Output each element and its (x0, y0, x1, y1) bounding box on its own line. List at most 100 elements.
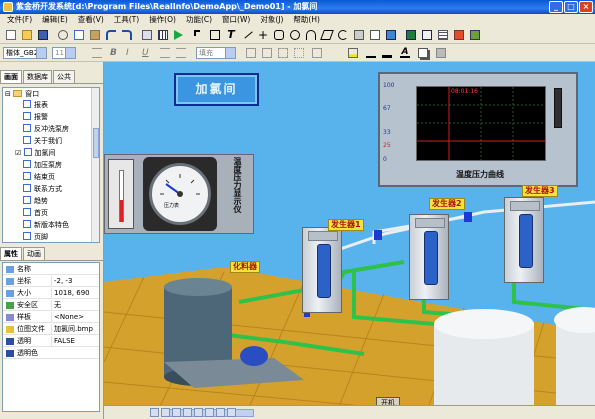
align-middle-icon[interactable] (194, 408, 203, 417)
tree-item[interactable]: 联系方式 (23, 184, 62, 195)
new-file-icon[interactable] (4, 28, 18, 42)
same-height-icon[interactable] (227, 408, 236, 417)
align-top-icon[interactable] (183, 408, 192, 417)
line-color-icon[interactable] (380, 46, 394, 60)
close-button[interactable]: × (579, 1, 593, 13)
tab-common[interactable]: 公共 (53, 70, 75, 83)
bitmap-icon[interactable] (384, 28, 398, 42)
open-folder-icon[interactable] (20, 28, 34, 42)
mirror-icon[interactable] (310, 46, 324, 60)
tree-item-selected[interactable]: ☑ 加氯间 (15, 148, 56, 159)
tree-item[interactable]: 页脚 (23, 232, 48, 242)
edit-box-icon[interactable] (368, 28, 382, 42)
tree-item[interactable]: 加压泵房 (23, 160, 62, 171)
grid-icon[interactable] (156, 28, 170, 42)
color-picker-icon[interactable] (434, 46, 448, 60)
tree-scrollbar[interactable] (91, 88, 99, 242)
arc-icon[interactable] (304, 28, 318, 42)
menu-function[interactable]: 功能(C) (181, 14, 217, 26)
save-icon[interactable] (36, 28, 50, 42)
tree-item[interactable]: 报表 (23, 100, 48, 111)
trend-tool-icon[interactable] (404, 28, 418, 42)
align-right-icon[interactable] (174, 46, 188, 60)
copy-icon[interactable] (72, 28, 86, 42)
tab-database[interactable]: 数据库 (23, 70, 52, 83)
prop-row[interactable]: 样板 <None> (3, 312, 99, 323)
menu-help[interactable]: 帮助(H) (288, 14, 325, 26)
alarm-tool-icon[interactable] (420, 28, 434, 42)
prop-row[interactable]: 位图文件 加氯间.bmp (3, 324, 99, 335)
polygon-icon[interactable] (320, 28, 334, 42)
pie-icon[interactable] (336, 28, 350, 42)
tab-properties[interactable]: 属性 (0, 247, 22, 260)
button-tool-icon[interactable] (352, 28, 366, 42)
cut-icon[interactable] (56, 28, 70, 42)
prop-row[interactable]: 透明色 (3, 348, 99, 359)
table-tool-icon[interactable] (436, 28, 450, 42)
menu-view[interactable]: 查看(V) (73, 14, 109, 26)
print-icon[interactable] (140, 28, 154, 42)
align-right-icon[interactable] (172, 408, 181, 417)
menu-window[interactable]: 窗口(W) (217, 14, 255, 26)
paste-icon[interactable] (88, 28, 102, 42)
rectangle-icon[interactable] (208, 28, 222, 42)
generator-1[interactable] (302, 227, 342, 313)
italic-icon[interactable]: I (124, 46, 138, 60)
generator-2[interactable] (409, 214, 449, 300)
design-canvas[interactable]: 加氯间 100 67 33 25 0 08:01:16 温度压力曲线 压力表 温… (104, 62, 595, 419)
align-left-icon[interactable] (150, 408, 159, 417)
tree-item[interactable]: 反冲洗泵房 (23, 124, 69, 135)
menu-operation[interactable]: 操作(O) (144, 14, 181, 26)
menu-edit[interactable]: 编辑(E) (37, 14, 73, 26)
chart-tool-icon[interactable] (452, 28, 466, 42)
fill-color-icon[interactable] (346, 46, 360, 60)
menu-object[interactable]: 对象(J) (255, 14, 288, 26)
run-icon[interactable] (172, 28, 186, 42)
font-size-combo[interactable]: 11 (52, 47, 76, 59)
align-center-icon[interactable] (158, 46, 172, 60)
tab-screens[interactable]: 画面 (0, 70, 22, 83)
ellipse-icon[interactable] (288, 28, 302, 42)
font-name-combo[interactable]: 楷体_GB231 (3, 47, 47, 59)
prop-row[interactable]: 透明 FALSE (3, 336, 99, 347)
prop-row[interactable]: 坐标 -2, -3 (3, 276, 99, 287)
text-tool-icon[interactable]: T (224, 28, 238, 42)
align-bottom-icon[interactable] (205, 408, 214, 417)
line-style-icon[interactable] (364, 46, 378, 60)
menu-tools[interactable]: 工具(T) (109, 14, 144, 26)
maximize-button[interactable]: □ (564, 1, 578, 13)
redo-icon[interactable] (120, 28, 134, 42)
minimize-button[interactable]: _ (549, 1, 563, 13)
prop-row[interactable]: 大小 1018, 690 (3, 288, 99, 299)
tree-item[interactable]: 新版本特色 (23, 220, 69, 231)
tree-root-window[interactable]: ⊟ 窗口 (5, 89, 39, 100)
generator-3[interactable] (504, 197, 544, 283)
layer-down-icon[interactable] (260, 46, 274, 60)
text-color-icon[interactable]: A (398, 46, 412, 60)
pointer-icon[interactable] (192, 28, 206, 42)
undo-icon[interactable] (104, 28, 118, 42)
group-icon[interactable] (276, 46, 290, 60)
tree-item[interactable]: 结束页 (23, 172, 55, 183)
tab-animation[interactable]: 动画 (23, 247, 45, 260)
shadow-icon[interactable] (416, 46, 430, 60)
rounded-rect-icon[interactable] (272, 28, 286, 42)
align-center-icon[interactable] (161, 408, 170, 417)
tree-item[interactable]: 趋势 (23, 196, 48, 207)
layer-up-icon[interactable] (244, 46, 258, 60)
prop-row[interactable]: 名称 (3, 264, 99, 275)
tree-item[interactable]: 关于我们 (23, 136, 62, 147)
control-tool-icon[interactable] (468, 28, 482, 42)
tree-item[interactable]: 首页 (23, 208, 48, 219)
cross-tool-icon[interactable]: + (256, 28, 270, 42)
tree-item[interactable]: 报警 (23, 112, 48, 123)
same-width-icon[interactable] (216, 408, 225, 417)
fill-style-combo[interactable]: 填充 (196, 47, 236, 59)
scroll-thumb[interactable] (93, 128, 99, 158)
trend-scroll-button[interactable] (554, 88, 562, 128)
screen-title-button[interactable]: 加氯间 (174, 73, 259, 106)
ungroup-icon[interactable] (292, 46, 306, 60)
prop-row[interactable]: 安全区无 (3, 300, 99, 311)
underline-icon[interactable]: U (140, 46, 154, 60)
menu-file[interactable]: 文件(F) (2, 14, 37, 26)
